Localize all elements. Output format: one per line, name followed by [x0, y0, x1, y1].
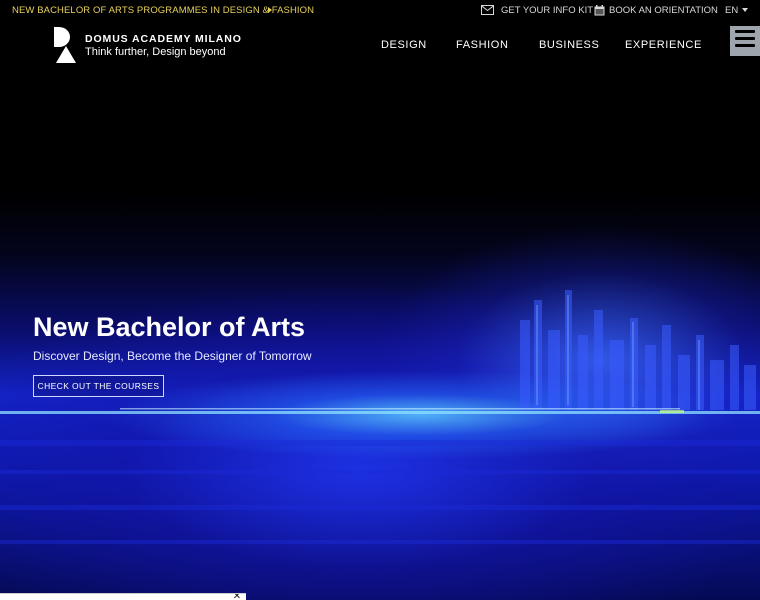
menu-button[interactable] — [730, 26, 760, 56]
check-courses-button[interactable]: CHECK OUT THE COURSES — [33, 375, 164, 397]
nav-item-experience[interactable]: EXPERIENCE — [625, 39, 702, 51]
caret-down-icon — [742, 8, 748, 12]
orientation-link[interactable]: BOOK AN ORIENTATION — [609, 5, 718, 16]
logo-icon — [54, 27, 76, 63]
hero-title: New Bachelor of Arts — [33, 312, 306, 342]
bottom-popup — [0, 593, 246, 600]
language-selector[interactable]: EN — [725, 5, 738, 16]
hero-subtitle: Discover Design, Become the Designer of … — [33, 349, 312, 363]
nav-item-business[interactable]: BUSINESS — [539, 39, 599, 51]
arrow-right-icon — [268, 7, 272, 13]
nav-item-fashion[interactable]: FASHION — [456, 39, 509, 51]
brand-name[interactable]: DOMUS ACADEMY MILANO — [85, 33, 242, 45]
envelope-icon — [481, 5, 494, 15]
nav-item-design[interactable]: DESIGN — [381, 39, 427, 51]
top-bar: NEW BACHELOR OF ARTS PROGRAMMES IN DESIG… — [0, 0, 760, 22]
close-icon[interactable]: ✕ — [231, 594, 243, 600]
calendar-icon — [594, 5, 605, 16]
city-skyline-image — [0, 290, 760, 544]
brand-tagline: Think further, Design beyond — [85, 46, 226, 58]
info-kit-link[interactable]: GET YOUR INFO KIT — [501, 5, 593, 16]
